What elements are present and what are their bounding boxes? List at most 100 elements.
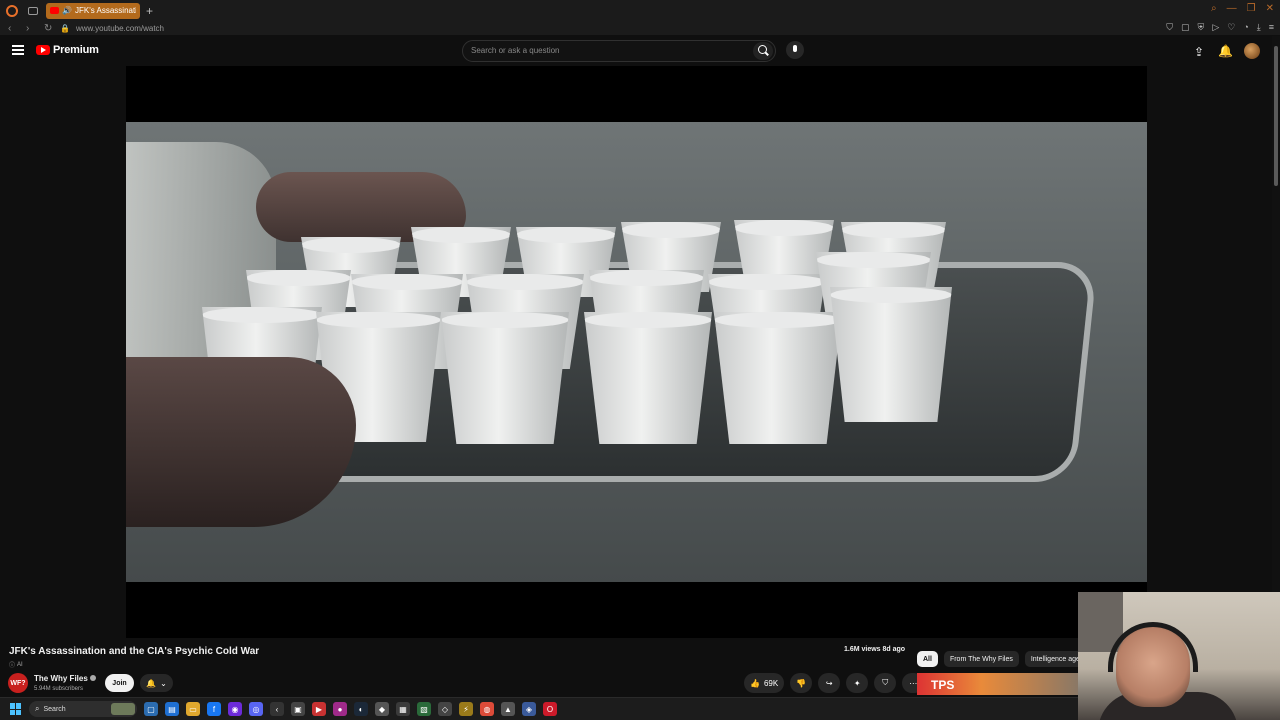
- file-explorer-icon[interactable]: ▭: [186, 702, 200, 716]
- app-icon-4[interactable]: ◆: [375, 702, 389, 716]
- video-scene-cup: [714, 312, 842, 444]
- notifications-bell-icon[interactable]: 🔔: [1218, 44, 1233, 58]
- ai-badge-label: AI: [17, 661, 23, 668]
- lock-icon[interactable]: 🔒: [60, 24, 70, 33]
- share-button[interactable]: ↪: [818, 673, 841, 693]
- new-tab-button[interactable]: +: [146, 4, 153, 18]
- search-box[interactable]: Search or ask a question: [462, 40, 776, 62]
- video-title: JFK's Assassination and the CIA's Psychi…: [9, 646, 260, 657]
- player-icon[interactable]: ▷: [1212, 22, 1219, 33]
- profile-icon[interactable]: ◔: [1243, 22, 1248, 33]
- join-button[interactable]: Join: [105, 674, 134, 692]
- channel-name-text[interactable]: The Why Files: [34, 674, 88, 683]
- snapshot-icon[interactable]: ▢: [1181, 22, 1190, 33]
- tab-title: JFK's Assassination an: [74, 6, 136, 15]
- reload-icon[interactable]: ↻: [44, 23, 54, 34]
- shield-icon[interactable]: ⛨: [1198, 22, 1205, 33]
- facebook-icon[interactable]: f: [207, 702, 221, 716]
- dislike-button[interactable]: 👎: [790, 673, 813, 693]
- hamburger-menu-icon[interactable]: [12, 45, 24, 55]
- app-icon-1[interactable]: ▣: [291, 702, 305, 716]
- video-scene-cup: [584, 312, 712, 444]
- video-scene-cup: [830, 287, 952, 422]
- store-icon[interactable]: ▤: [165, 702, 179, 716]
- verified-icon: [89, 675, 96, 681]
- back-icon[interactable]: ‹: [8, 23, 18, 34]
- webcam-overlay: [1078, 592, 1280, 720]
- discord-icon[interactable]: ◎: [249, 702, 263, 716]
- thumbs-down-icon: 👎: [796, 678, 807, 688]
- subscription-bell-button[interactable]: 🔔 ⌄: [140, 674, 173, 692]
- opera-icon[interactable]: O: [543, 702, 557, 716]
- search-tabs-icon[interactable]: ⌕: [1211, 3, 1217, 14]
- bookmark-icon[interactable]: ⛉: [1166, 22, 1173, 33]
- scrollbar-thumb[interactable]: [1274, 46, 1278, 186]
- subscriber-count: 5.94M subscribers: [34, 686, 84, 692]
- minimize-button[interactable]: —: [1227, 3, 1237, 14]
- voice-search-mic-icon[interactable]: [786, 41, 804, 59]
- bell-icon: 🔔: [146, 678, 157, 688]
- like-button[interactable]: 👍 69K: [744, 673, 785, 693]
- address-bar-url[interactable]: www.youtube.com/watch: [76, 24, 164, 33]
- app-icon-8[interactable]: ⚡: [459, 702, 473, 716]
- bookmark-save-icon: ⛉: [882, 678, 889, 687]
- channel-name[interactable]: The Why Files: [34, 674, 96, 683]
- taskbar-search[interactable]: ⌕ Search: [29, 701, 137, 717]
- sparkle-icon: ✦: [853, 678, 861, 688]
- app-icon-7[interactable]: ◇: [438, 702, 452, 716]
- task-view-icon[interactable]: ▢: [144, 702, 158, 716]
- video-scene-hand-bottom: [126, 357, 356, 527]
- app-icon-5[interactable]: ▦: [396, 702, 410, 716]
- logo-text: Premium: [53, 44, 99, 56]
- sidebar-toggle-icon[interactable]: [28, 6, 38, 15]
- restore-button[interactable]: ❐: [1247, 3, 1256, 14]
- search-highlight-image: [111, 703, 135, 715]
- chevron-down-icon: ⌄: [160, 678, 167, 688]
- youtube-masthead: Premium Search or ask a question ⇪ 🔔: [0, 36, 1280, 66]
- like-count: 69K: [763, 678, 779, 688]
- info-icon: ⓘ: [9, 663, 16, 669]
- channel-avatar[interactable]: WF?: [8, 673, 28, 693]
- speaker-icon[interactable]: 🔊: [62, 6, 72, 15]
- download-icon[interactable]: ⤓: [1257, 22, 1261, 33]
- video-player[interactable]: [126, 66, 1147, 638]
- chip-all[interactable]: All: [917, 651, 938, 667]
- chip-from-channel[interactable]: From The Why Files: [943, 651, 1019, 667]
- view-count-and-date: 1.6M views 8d ago: [844, 646, 906, 653]
- video-scene-cup: [441, 312, 569, 444]
- taskbar-search-icon: ⌕: [35, 704, 40, 713]
- recommended-video-thumbnail[interactable]: TPS: [917, 673, 1078, 695]
- account-avatar[interactable]: [1244, 43, 1260, 59]
- app-icon-10[interactable]: ◈: [522, 702, 536, 716]
- taskbar-pinned-apps: ▢ ▤ ▭ f ◉ ◎ ‹ ▣ ▶ ● ◐ ◆ ▦ ▧ ◇ ⚡ ◍ ▲ ◈ O: [144, 702, 557, 716]
- search-icon[interactable]: [753, 42, 773, 60]
- app-icon-3[interactable]: ●: [333, 702, 347, 716]
- easy-setup-icon[interactable]: ≡: [1269, 22, 1274, 33]
- search-placeholder: Search or ask a question: [471, 46, 560, 55]
- ai-badge[interactable]: ⓘ AI: [9, 660, 23, 670]
- back-app-icon[interactable]: ‹: [270, 702, 284, 716]
- heart-icon[interactable]: ♡: [1227, 22, 1235, 33]
- youtube-premium-logo[interactable]: Premium: [36, 44, 99, 56]
- chrome-icon[interactable]: ◍: [480, 702, 494, 716]
- opera-menu-icon[interactable]: [6, 4, 18, 17]
- close-button[interactable]: ✕: [1266, 3, 1274, 14]
- thumbnail-text: TPS: [931, 678, 955, 692]
- forward-icon[interactable]: ›: [26, 23, 36, 34]
- ask-ai-button[interactable]: ✦: [846, 673, 869, 693]
- browser-tab-active[interactable]: 🔊 JFK's Assassination an: [46, 2, 140, 19]
- app-icon-9[interactable]: ▲: [501, 702, 515, 716]
- video-actions: 👍 69K 👎 ↪ ✦ ⛉ ⋯: [744, 673, 925, 693]
- video-frame: [126, 122, 1147, 582]
- windows-start-icon[interactable]: [10, 703, 22, 715]
- save-button[interactable]: ⛉: [874, 673, 897, 693]
- app-icon-2[interactable]: ▶: [312, 702, 326, 716]
- app-icon-6[interactable]: ▧: [417, 702, 431, 716]
- address-bar-row: ‹ › ↻ 🔒 www.youtube.com/watch ⛉ ▢ ⛨ ▷ ♡ …: [0, 21, 1280, 35]
- obs-icon[interactable]: ◉: [228, 702, 242, 716]
- related-filter-chips: All From The Why Files Intelligence agen: [917, 651, 1090, 667]
- upload-icon[interactable]: ⇪: [1194, 45, 1204, 59]
- steam-icon[interactable]: ◐: [354, 702, 368, 716]
- taskbar-search-label: Search: [43, 705, 66, 713]
- browser-tab-bar: 🔊 JFK's Assassination an + ⌕ — ❐ ✕: [0, 0, 1280, 21]
